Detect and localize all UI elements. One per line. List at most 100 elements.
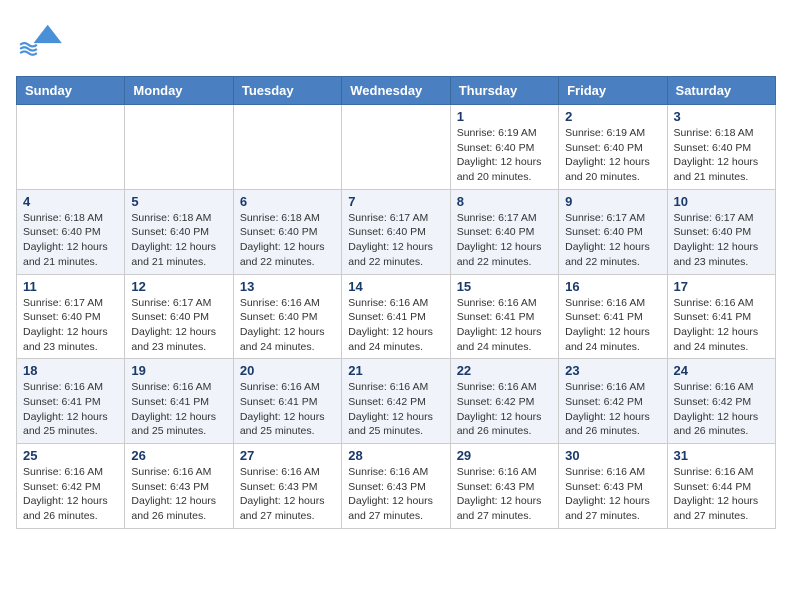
day-of-week-header: Friday [559,77,667,105]
day-of-week-header: Tuesday [233,77,341,105]
calendar-week-row: 25 Sunrise: 6:16 AM Sunset: 6:42 PM Dayli… [17,444,776,529]
calendar-cell: 2 Sunrise: 6:19 AM Sunset: 6:40 PM Daylig… [559,105,667,190]
calendar-cell: 4 Sunrise: 6:18 AM Sunset: 6:40 PM Daylig… [17,189,125,274]
calendar-week-row: 18 Sunrise: 6:16 AM Sunset: 6:41 PM Dayli… [17,359,776,444]
logo [16,16,68,66]
day-info: Sunrise: 6:19 AM Sunset: 6:40 PM Dayligh… [457,126,552,185]
calendar-cell: 1 Sunrise: 6:19 AM Sunset: 6:40 PM Daylig… [450,105,558,190]
day-info: Sunrise: 6:17 AM Sunset: 6:40 PM Dayligh… [131,296,226,355]
day-info: Sunrise: 6:17 AM Sunset: 6:40 PM Dayligh… [23,296,118,355]
day-info: Sunrise: 6:19 AM Sunset: 6:40 PM Dayligh… [565,126,660,185]
calendar-cell: 31 Sunrise: 6:16 AM Sunset: 6:44 PM Dayli… [667,444,775,529]
calendar-cell: 22 Sunrise: 6:16 AM Sunset: 6:42 PM Dayli… [450,359,558,444]
day-number: 30 [565,448,660,463]
day-number: 25 [23,448,118,463]
day-number: 9 [565,194,660,209]
day-info: Sunrise: 6:16 AM Sunset: 6:41 PM Dayligh… [565,296,660,355]
calendar-week-row: 4 Sunrise: 6:18 AM Sunset: 6:40 PM Daylig… [17,189,776,274]
calendar-cell: 26 Sunrise: 6:16 AM Sunset: 6:43 PM Dayli… [125,444,233,529]
day-number: 5 [131,194,226,209]
day-number: 14 [348,279,443,294]
calendar-cell: 6 Sunrise: 6:18 AM Sunset: 6:40 PM Daylig… [233,189,341,274]
day-number: 2 [565,109,660,124]
calendar-cell: 12 Sunrise: 6:17 AM Sunset: 6:40 PM Dayli… [125,274,233,359]
calendar-cell: 10 Sunrise: 6:17 AM Sunset: 6:40 PM Dayli… [667,189,775,274]
day-number: 31 [674,448,769,463]
calendar-cell: 3Sunrise: 6:18 AM Sunset: 6:40 PM Daylig… [667,105,775,190]
day-info: Sunrise: 6:16 AM Sunset: 6:42 PM Dayligh… [565,380,660,439]
day-info: Sunrise: 6:16 AM Sunset: 6:40 PM Dayligh… [240,296,335,355]
day-number: 12 [131,279,226,294]
day-of-week-header: Sunday [17,77,125,105]
day-number: 27 [240,448,335,463]
day-info: Sunrise: 6:18 AM Sunset: 6:40 PM Dayligh… [131,211,226,270]
calendar-cell: 5 Sunrise: 6:18 AM Sunset: 6:40 PM Daylig… [125,189,233,274]
day-number: 7 [348,194,443,209]
day-of-week-header: Wednesday [342,77,450,105]
logo-icon [16,16,66,66]
day-info: Sunrise: 6:16 AM Sunset: 6:41 PM Dayligh… [674,296,769,355]
day-number: 28 [348,448,443,463]
day-of-week-header: Monday [125,77,233,105]
day-number: 19 [131,363,226,378]
calendar-week-row: 1 Sunrise: 6:19 AM Sunset: 6:40 PM Daylig… [17,105,776,190]
calendar-cell: 28 Sunrise: 6:16 AM Sunset: 6:43 PM Dayli… [342,444,450,529]
day-info: Sunrise: 6:16 AM Sunset: 6:43 PM Dayligh… [565,465,660,524]
calendar-cell: 17 Sunrise: 6:16 AM Sunset: 6:41 PM Dayli… [667,274,775,359]
day-info: Sunrise: 6:16 AM Sunset: 6:42 PM Dayligh… [457,380,552,439]
day-info: Sunrise: 6:18 AM Sunset: 6:40 PM Dayligh… [674,126,769,185]
calendar-table: SundayMondayTuesdayWednesdayThursdayFrid… [16,76,776,529]
day-number: 23 [565,363,660,378]
day-of-week-header: Saturday [667,77,775,105]
calendar-cell [125,105,233,190]
calendar-cell: 8 Sunrise: 6:17 AM Sunset: 6:40 PM Daylig… [450,189,558,274]
calendar-cell: 13 Sunrise: 6:16 AM Sunset: 6:40 PM Dayli… [233,274,341,359]
day-number: 13 [240,279,335,294]
day-info: Sunrise: 6:16 AM Sunset: 6:41 PM Dayligh… [240,380,335,439]
day-number: 20 [240,363,335,378]
calendar-cell [17,105,125,190]
day-number: 15 [457,279,552,294]
day-info: Sunrise: 6:16 AM Sunset: 6:41 PM Dayligh… [131,380,226,439]
day-info: Sunrise: 6:18 AM Sunset: 6:40 PM Dayligh… [23,211,118,270]
day-number: 26 [131,448,226,463]
day-number: 10 [674,194,769,209]
day-number: 1 [457,109,552,124]
day-number: 22 [457,363,552,378]
day-info: Sunrise: 6:16 AM Sunset: 6:42 PM Dayligh… [348,380,443,439]
calendar-cell: 9 Sunrise: 6:17 AM Sunset: 6:40 PM Daylig… [559,189,667,274]
day-info: Sunrise: 6:17 AM Sunset: 6:40 PM Dayligh… [348,211,443,270]
day-info: Sunrise: 6:16 AM Sunset: 6:43 PM Dayligh… [348,465,443,524]
calendar-cell [342,105,450,190]
calendar-week-row: 11 Sunrise: 6:17 AM Sunset: 6:40 PM Dayli… [17,274,776,359]
day-info: Sunrise: 6:17 AM Sunset: 6:40 PM Dayligh… [565,211,660,270]
day-number: 11 [23,279,118,294]
day-number: 18 [23,363,118,378]
calendar-cell: 15 Sunrise: 6:16 AM Sunset: 6:41 PM Dayli… [450,274,558,359]
day-info: Sunrise: 6:16 AM Sunset: 6:42 PM Dayligh… [23,465,118,524]
day-info: Sunrise: 6:16 AM Sunset: 6:43 PM Dayligh… [240,465,335,524]
day-info: Sunrise: 6:16 AM Sunset: 6:41 PM Dayligh… [457,296,552,355]
calendar-cell: 18 Sunrise: 6:16 AM Sunset: 6:41 PM Dayli… [17,359,125,444]
day-number: 17 [674,279,769,294]
day-number: 29 [457,448,552,463]
calendar-cell: 14Sunrise: 6:16 AM Sunset: 6:41 PM Dayli… [342,274,450,359]
day-number: 8 [457,194,552,209]
calendar-cell: 16 Sunrise: 6:16 AM Sunset: 6:41 PM Dayli… [559,274,667,359]
day-info: Sunrise: 6:16 AM Sunset: 6:43 PM Dayligh… [131,465,226,524]
calendar-cell: 29Sunrise: 6:16 AM Sunset: 6:43 PM Dayli… [450,444,558,529]
calendar-cell: 24Sunrise: 6:16 AM Sunset: 6:42 PM Dayli… [667,359,775,444]
calendar-cell: 21Sunrise: 6:16 AM Sunset: 6:42 PM Dayli… [342,359,450,444]
day-info: Sunrise: 6:18 AM Sunset: 6:40 PM Dayligh… [240,211,335,270]
calendar-cell: 30 Sunrise: 6:16 AM Sunset: 6:43 PM Dayli… [559,444,667,529]
calendar-cell: 25 Sunrise: 6:16 AM Sunset: 6:42 PM Dayli… [17,444,125,529]
page-header [16,16,776,66]
day-info: Sunrise: 6:17 AM Sunset: 6:40 PM Dayligh… [457,211,552,270]
day-number: 24 [674,363,769,378]
day-info: Sunrise: 6:16 AM Sunset: 6:41 PM Dayligh… [23,380,118,439]
day-info: Sunrise: 6:16 AM Sunset: 6:44 PM Dayligh… [674,465,769,524]
day-number: 16 [565,279,660,294]
day-number: 4 [23,194,118,209]
day-info: Sunrise: 6:17 AM Sunset: 6:40 PM Dayligh… [674,211,769,270]
day-number: 6 [240,194,335,209]
